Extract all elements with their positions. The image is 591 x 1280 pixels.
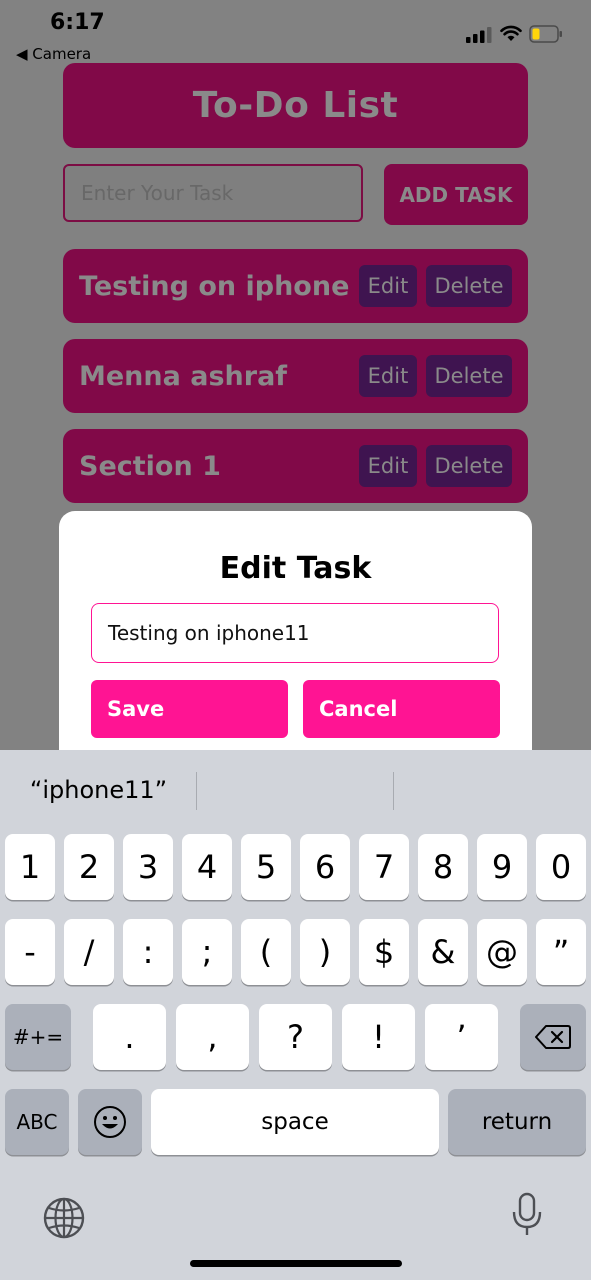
app-title: To-Do List xyxy=(192,85,399,126)
key-question[interactable]: ? xyxy=(259,1004,332,1070)
globe-icon[interactable] xyxy=(42,1196,86,1240)
key-at[interactable]: @ xyxy=(477,919,527,985)
key-3[interactable]: 3 xyxy=(123,834,173,900)
key-0[interactable]: 0 xyxy=(536,834,586,900)
cellular-signal-icon xyxy=(466,27,492,43)
modal-title: Edit Task xyxy=(219,551,372,586)
key-open-paren[interactable]: ( xyxy=(241,919,291,985)
emoji-key[interactable] xyxy=(78,1089,142,1155)
home-indicator[interactable] xyxy=(190,1260,402,1267)
key-9[interactable]: 9 xyxy=(477,834,527,900)
delete-task-button[interactable]: Delete xyxy=(426,445,512,487)
keyboard: “iphone11” 1 2 3 4 5 6 7 8 9 0 - / : ; (… xyxy=(0,750,591,1280)
key-close-paren[interactable]: ) xyxy=(300,919,350,985)
key-7[interactable]: 7 xyxy=(359,834,409,900)
task-input[interactable]: Enter Your Task xyxy=(63,164,363,222)
task-item: Section 1 Edit Delete xyxy=(63,429,528,503)
app-header: To-Do List xyxy=(63,63,528,148)
delete-task-button[interactable]: Delete xyxy=(426,355,512,397)
key-1[interactable]: 1 xyxy=(5,834,55,900)
emoji-icon xyxy=(94,1106,126,1138)
save-button[interactable]: Save xyxy=(91,680,288,738)
key-semicolon[interactable]: ; xyxy=(182,919,232,985)
return-key[interactable]: return xyxy=(448,1089,586,1155)
task-name: Section 1 xyxy=(79,450,221,482)
edit-task-button[interactable]: Edit xyxy=(359,355,417,397)
key-exclamation[interactable]: ! xyxy=(342,1004,415,1070)
delete-task-button[interactable]: Delete xyxy=(426,265,512,307)
cancel-button[interactable]: Cancel xyxy=(303,680,500,738)
key-8[interactable]: 8 xyxy=(418,834,468,900)
key-2[interactable]: 2 xyxy=(64,834,114,900)
suggestion-3[interactable] xyxy=(394,750,591,830)
space-key[interactable]: space xyxy=(151,1089,439,1155)
key-hyphen[interactable]: - xyxy=(5,919,55,985)
backspace-key[interactable] xyxy=(520,1004,586,1070)
task-name: Menna ashraf xyxy=(79,360,288,392)
backspace-icon xyxy=(535,1025,571,1049)
key-comma[interactable]: , xyxy=(176,1004,249,1070)
suggestion-1[interactable]: “iphone11” xyxy=(0,750,197,830)
key-slash[interactable]: / xyxy=(64,919,114,985)
suggestion-2[interactable] xyxy=(197,750,393,830)
battery-icon xyxy=(529,25,562,43)
key-apostrophe[interactable]: ’ xyxy=(425,1004,498,1070)
task-item: Testing on iphone Edit Delete xyxy=(63,249,528,323)
status-time: 6:17 xyxy=(50,10,105,35)
abc-key[interactable]: ABC xyxy=(5,1089,69,1155)
key-6[interactable]: 6 xyxy=(300,834,350,900)
key-colon[interactable]: : xyxy=(123,919,173,985)
key-5[interactable]: 5 xyxy=(241,834,291,900)
wifi-icon xyxy=(500,25,522,41)
key-more-symbols[interactable]: #+= xyxy=(5,1004,71,1070)
task-item: Menna ashraf Edit Delete xyxy=(63,339,528,413)
key-ampersand[interactable]: & xyxy=(418,919,468,985)
key-period[interactable]: . xyxy=(93,1004,166,1070)
edit-task-input[interactable]: Testing on iphone11 xyxy=(91,603,499,663)
back-to-camera-link[interactable]: ◀ Camera xyxy=(16,45,91,63)
edit-task-button[interactable]: Edit xyxy=(359,265,417,307)
task-name: Testing on iphone xyxy=(79,270,350,302)
key-4[interactable]: 4 xyxy=(182,834,232,900)
key-quote[interactable]: ” xyxy=(536,919,586,985)
add-task-button[interactable]: ADD TASK xyxy=(384,164,528,225)
edit-task-button[interactable]: Edit xyxy=(359,445,417,487)
key-dollar[interactable]: $ xyxy=(359,919,409,985)
microphone-icon[interactable] xyxy=(510,1192,544,1238)
